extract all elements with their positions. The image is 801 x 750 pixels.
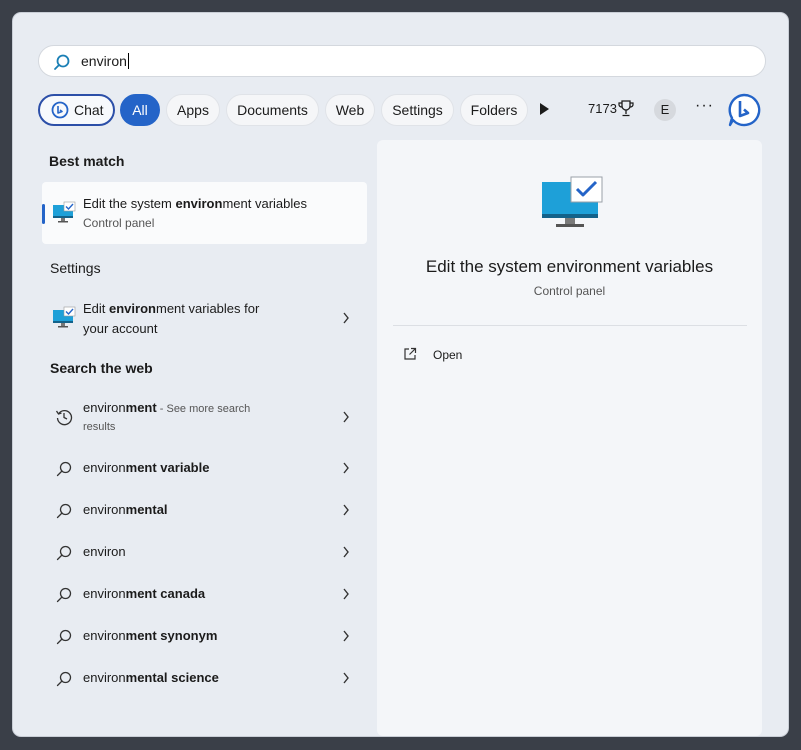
bing-icon[interactable]: [726, 92, 762, 128]
web-result-item[interactable]: environmental science: [42, 658, 367, 698]
web-result-text: environment canada: [83, 586, 206, 601]
search-panel: environ Chat All Apps Documents Web Sett…: [13, 13, 788, 736]
search-icon: [56, 461, 72, 477]
search-icon: [56, 545, 72, 561]
web-result-text: environment synonym: [83, 628, 218, 643]
web-result-item[interactable]: environment canada: [42, 574, 367, 614]
search-web-heading: Search the web: [50, 360, 153, 376]
web-result-text: environmental science: [83, 670, 219, 685]
settings-result-title-line2: your account: [83, 321, 158, 336]
more-options-icon[interactable]: ···: [695, 97, 714, 115]
chevron-right-icon: [343, 462, 349, 474]
chevron-right-icon: [343, 630, 349, 642]
tab-web[interactable]: Web: [325, 94, 375, 126]
search-input[interactable]: environ: [81, 53, 129, 69]
search-icon: [56, 671, 72, 687]
chat-button[interactable]: Chat: [38, 94, 115, 126]
chevron-right-icon: [343, 504, 349, 516]
bing-chat-icon: [51, 101, 69, 119]
search-icon: [56, 503, 72, 519]
search-box[interactable]: environ: [38, 45, 766, 77]
best-match-subtitle: Control panel: [83, 216, 155, 230]
rewards-points[interactable]: 7173: [588, 101, 617, 116]
history-icon: [55, 410, 73, 426]
open-action[interactable]: Open: [403, 346, 523, 366]
preview-pane: Edit the system environment variables Co…: [377, 140, 762, 736]
tab-folders[interactable]: Folders: [460, 94, 528, 126]
chevron-right-icon: [343, 411, 349, 423]
control-panel-monitor-icon: [53, 201, 76, 223]
divider: [393, 325, 747, 326]
best-match-result[interactable]: Edit the system environment variables Co…: [42, 182, 367, 244]
chevron-right-icon: [343, 588, 349, 600]
search-icon: [56, 629, 72, 645]
web-result-item[interactable]: environment synonym: [42, 616, 367, 656]
chevron-right-icon: [343, 672, 349, 684]
best-match-heading: Best match: [49, 153, 125, 169]
tab-settings[interactable]: Settings: [381, 94, 454, 126]
selection-indicator: [42, 204, 45, 224]
settings-result-title: Edit environment variables for: [83, 301, 260, 316]
chat-label: Chat: [74, 102, 104, 118]
web-result-text: environ: [83, 544, 126, 559]
filter-bar: Chat All Apps Documents Web Settings Fol…: [38, 92, 778, 128]
web-result-text: environment variable: [83, 460, 210, 475]
search-icon: [54, 54, 70, 70]
avatar[interactable]: E: [654, 99, 676, 121]
trophy-icon[interactable]: [618, 100, 634, 118]
chevron-right-icon: [343, 312, 349, 324]
text-caret: [127, 53, 129, 69]
chevron-right-icon: [343, 546, 349, 558]
control-panel-monitor-icon: [542, 176, 603, 227]
web-result-text: environmental: [83, 502, 168, 517]
open-label: Open: [433, 348, 463, 362]
web-result-text-line2: results: [83, 421, 116, 433]
tab-all[interactable]: All: [120, 94, 160, 126]
search-icon: [56, 587, 72, 603]
control-panel-monitor-icon: [53, 306, 76, 328]
preview-subtitle: Control panel: [533, 284, 606, 298]
play-icon[interactable]: [540, 103, 549, 115]
web-result-item[interactable]: environ: [42, 532, 367, 572]
open-external-icon: [404, 347, 417, 360]
web-result-item[interactable]: environment variable: [42, 448, 367, 488]
web-result-item[interactable]: environmental: [42, 490, 367, 530]
best-match-title: Edit the system environment variables: [83, 196, 307, 211]
settings-heading: Settings: [50, 260, 101, 276]
preview-title: Edit the system environment variables: [425, 257, 714, 276]
web-result-see-more[interactable]: environment - See more search results: [42, 393, 367, 441]
web-result-text: environment - See more search: [83, 400, 251, 415]
tab-apps[interactable]: Apps: [166, 94, 220, 126]
settings-result[interactable]: Edit environment variables for your acco…: [42, 293, 367, 343]
tab-documents[interactable]: Documents: [226, 94, 319, 126]
